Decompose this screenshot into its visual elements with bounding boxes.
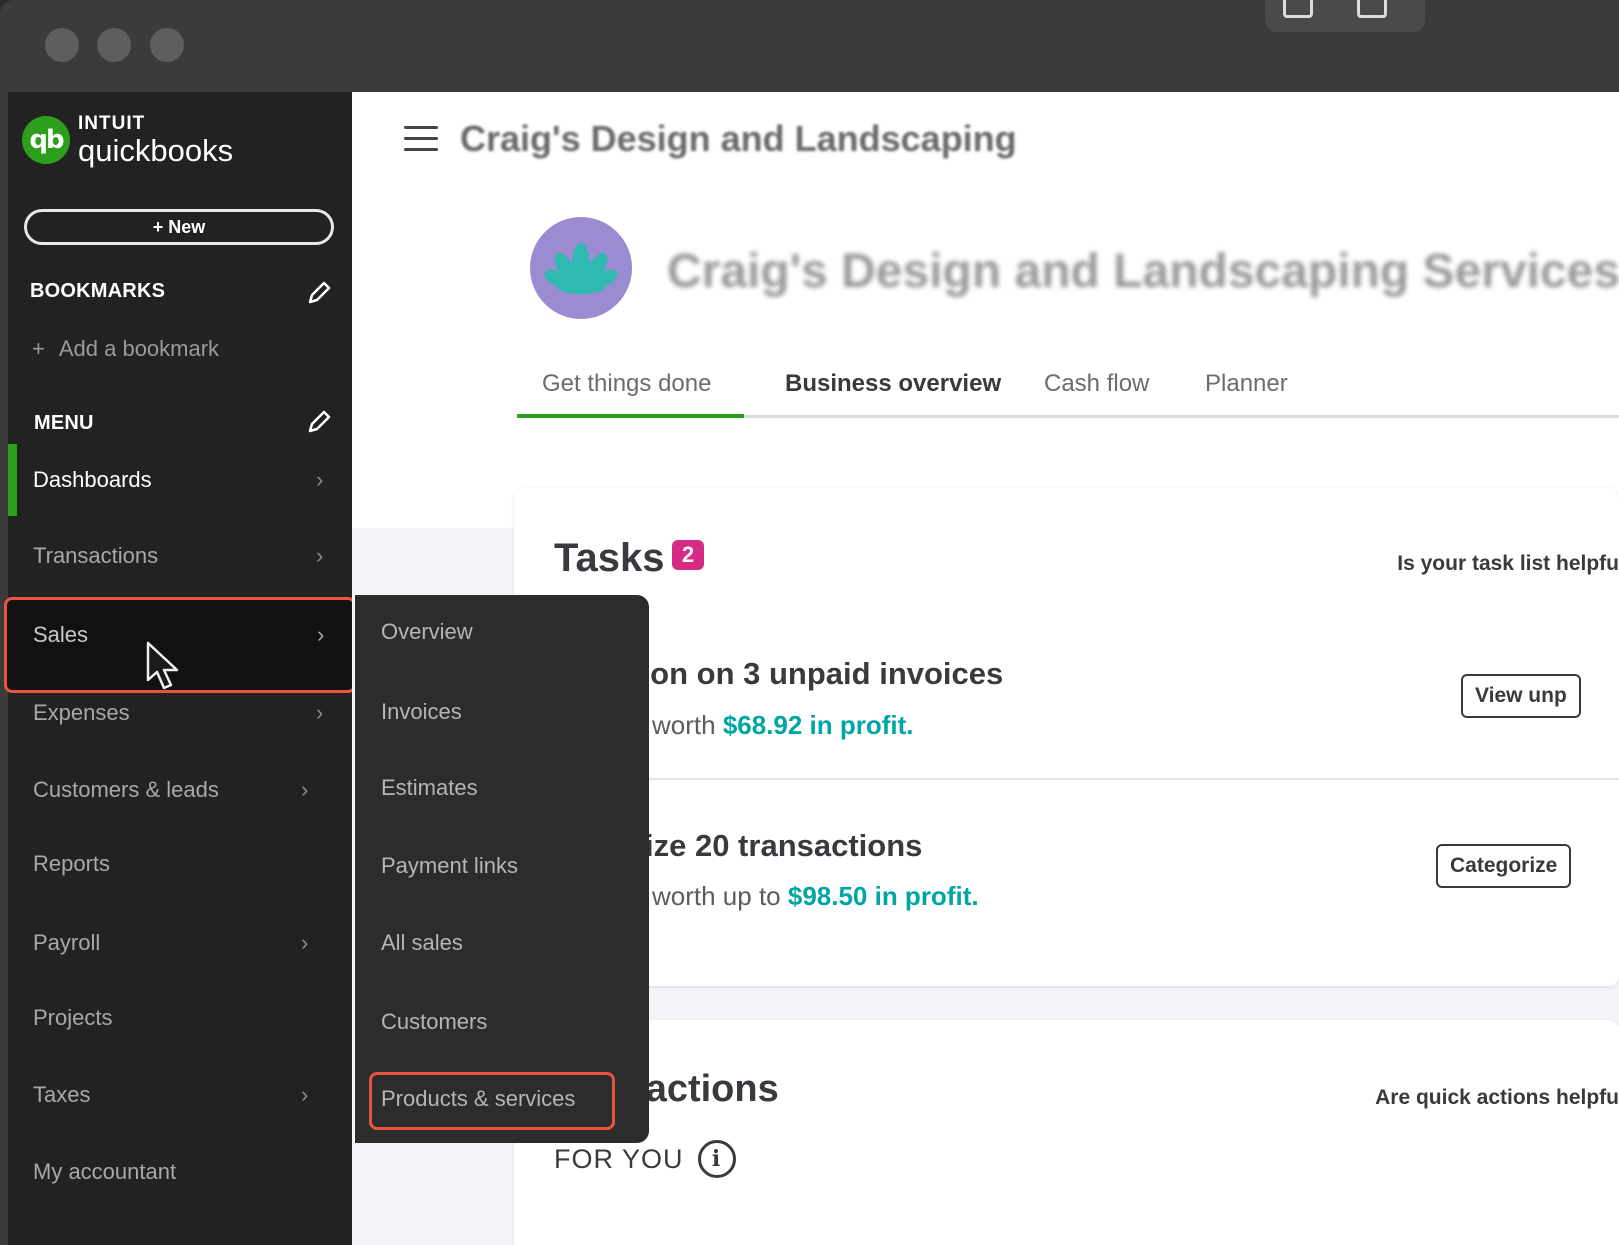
sidebar-item-label: Taxes (33, 1082, 91, 1107)
company-name-header: Craig's Design and Landscaping (460, 118, 1017, 159)
share-screen-icon (1357, 0, 1387, 18)
sales-menu-invoices[interactable]: Invoices (381, 699, 462, 725)
sales-menu-all-sales[interactable]: All sales (381, 930, 463, 956)
task-subtitle: worth $68.92 in profit. (652, 710, 914, 741)
chevron-right-icon: › (301, 1082, 309, 1107)
sidebar-item-label: Expenses (33, 700, 130, 725)
for-you-text: FOR YOU (554, 1143, 684, 1174)
chevron-right-icon: › (301, 930, 309, 955)
edit-bookmarks-pencil-icon[interactable] (306, 280, 332, 306)
sidebar-item-label: Reports (33, 851, 111, 876)
sidebar-item-customers-leads[interactable]: Customers & leads › (8, 754, 354, 826)
categorize-button[interactable]: Categorize (1436, 844, 1572, 888)
new-button[interactable]: + New (24, 209, 334, 245)
qb-logo-icon: qb (22, 116, 70, 164)
tasks-count-badge: 2 (672, 540, 704, 570)
sidebar-item-label: Customers & leads (33, 777, 219, 802)
dashboard-tabs: Get things done Business overview Cash f… (517, 362, 1619, 418)
tab-planner[interactable]: Planner (1205, 370, 1288, 398)
task-title: ction on 3 unpaid invoices (614, 656, 1004, 691)
sidebar-item-taxes[interactable]: Taxes › (8, 1059, 354, 1131)
info-icon[interactable]: i (697, 1140, 736, 1178)
for-you-label: FOR YOU i (554, 1140, 736, 1178)
company-avatar[interactable] (530, 217, 632, 319)
edit-menu-pencil-icon[interactable] (306, 409, 332, 435)
tab-cash-flow[interactable]: Cash flow (1044, 370, 1149, 398)
sales-menu-overview[interactable]: Overview (381, 619, 473, 645)
products-services-highlight (369, 1072, 615, 1130)
company-name-title: Craig's Design and Landscaping Services (667, 245, 1619, 298)
task-sub-prefix: worth up to (652, 881, 788, 911)
sidebar-item-label: Transactions (33, 543, 159, 568)
sales-flyout-menu: Overview Invoices Estimates Payment link… (355, 595, 649, 1143)
add-bookmark-label: Add a bookmark (58, 336, 220, 361)
sidebar-item-my-accountant[interactable]: My accountant (8, 1136, 354, 1208)
logo-intuit-text: INTUIT (78, 113, 146, 134)
sales-menu-customers[interactable]: Customers (381, 1009, 487, 1035)
sidebar-item-label: Dashboards (33, 467, 152, 492)
sidebar-item-dashboards[interactable]: Dashboards › (8, 444, 354, 516)
tab-get-things-done[interactable]: Get things done (542, 370, 711, 398)
bookmarks-title: BOOKMARKS (30, 280, 166, 302)
quick-actions-feedback[interactable]: Are quick actions helpfu (1375, 1086, 1619, 1110)
task-divider (632, 778, 1619, 780)
sidebar-item-payroll[interactable]: Payroll › (8, 907, 354, 979)
task-profit-value: $98.50 in profit. (787, 881, 979, 911)
plus-icon: + (32, 336, 45, 361)
app-window: qb INTUIT quickbooks + New BOOKMARKS + Ad… (0, 0, 1619, 1245)
sidebar-item-reports[interactable]: Reports (8, 828, 354, 900)
chevron-right-icon: › (316, 700, 324, 725)
tab-business-overview[interactable]: Business overview (785, 370, 1001, 398)
task-list-feedback[interactable]: Is your task list helpfu (1397, 552, 1619, 576)
sales-menu-payment-links[interactable]: Payment links (381, 853, 518, 879)
mouse-cursor-icon (146, 641, 179, 690)
window-titlebar (0, 0, 1619, 92)
quickbooks-logo[interactable]: qb INTUIT quickbooks (22, 114, 233, 166)
sidebar-item-projects[interactable]: Projects (8, 982, 354, 1054)
chevron-right-icon: › (317, 622, 325, 647)
sidebar-item-label: Sales (33, 622, 89, 647)
task-subtitle: worth up to $98.50 in profit. (652, 881, 979, 912)
sales-menu-estimates[interactable]: Estimates (381, 775, 478, 801)
task-sub-prefix: worth (652, 710, 723, 740)
tasks-title: Tasks (554, 536, 665, 580)
add-bookmark-link[interactable]: + Add a bookmark (32, 336, 219, 362)
quick-actions-card: k actions Are quick actions helpfu FOR Y… (514, 1020, 1619, 1245)
sidebar-item-label: Payroll (33, 930, 101, 955)
logo-product-text: quickbooks (78, 133, 234, 168)
task-title: orize 20 transactions (614, 828, 923, 863)
minimize-window-button[interactable] (97, 28, 131, 62)
tasks-card: Tasks 2 Is your task list helpfu ction o… (514, 488, 1619, 986)
top-bar: Craig's Design and Landscaping (352, 92, 1619, 188)
task-profit-value: $68.92 in profit. (722, 710, 914, 740)
menu-title: MENU (34, 412, 94, 434)
hamburger-menu-icon[interactable] (404, 126, 438, 152)
screen-recording-widget[interactable] (1265, 0, 1425, 32)
view-unpaid-invoices-button[interactable]: View unp (1461, 674, 1581, 718)
chevron-right-icon: › (316, 467, 324, 492)
sidebar-item-label: Projects (33, 1005, 113, 1030)
close-window-button[interactable] (45, 28, 79, 62)
lotus-logo-icon (544, 243, 618, 294)
chevron-right-icon: › (301, 777, 309, 802)
chevron-right-icon: › (316, 543, 324, 568)
active-tab-indicator (517, 414, 744, 418)
sidebar-item-transactions[interactable]: Transactions › (8, 520, 354, 592)
screen-icon (1283, 0, 1313, 18)
sidebar-lower: Expenses › Customers & leads › Reports P… (8, 695, 362, 1245)
zoom-window-button[interactable] (150, 28, 184, 62)
sidebar-item-label: My accountant (33, 1159, 177, 1184)
